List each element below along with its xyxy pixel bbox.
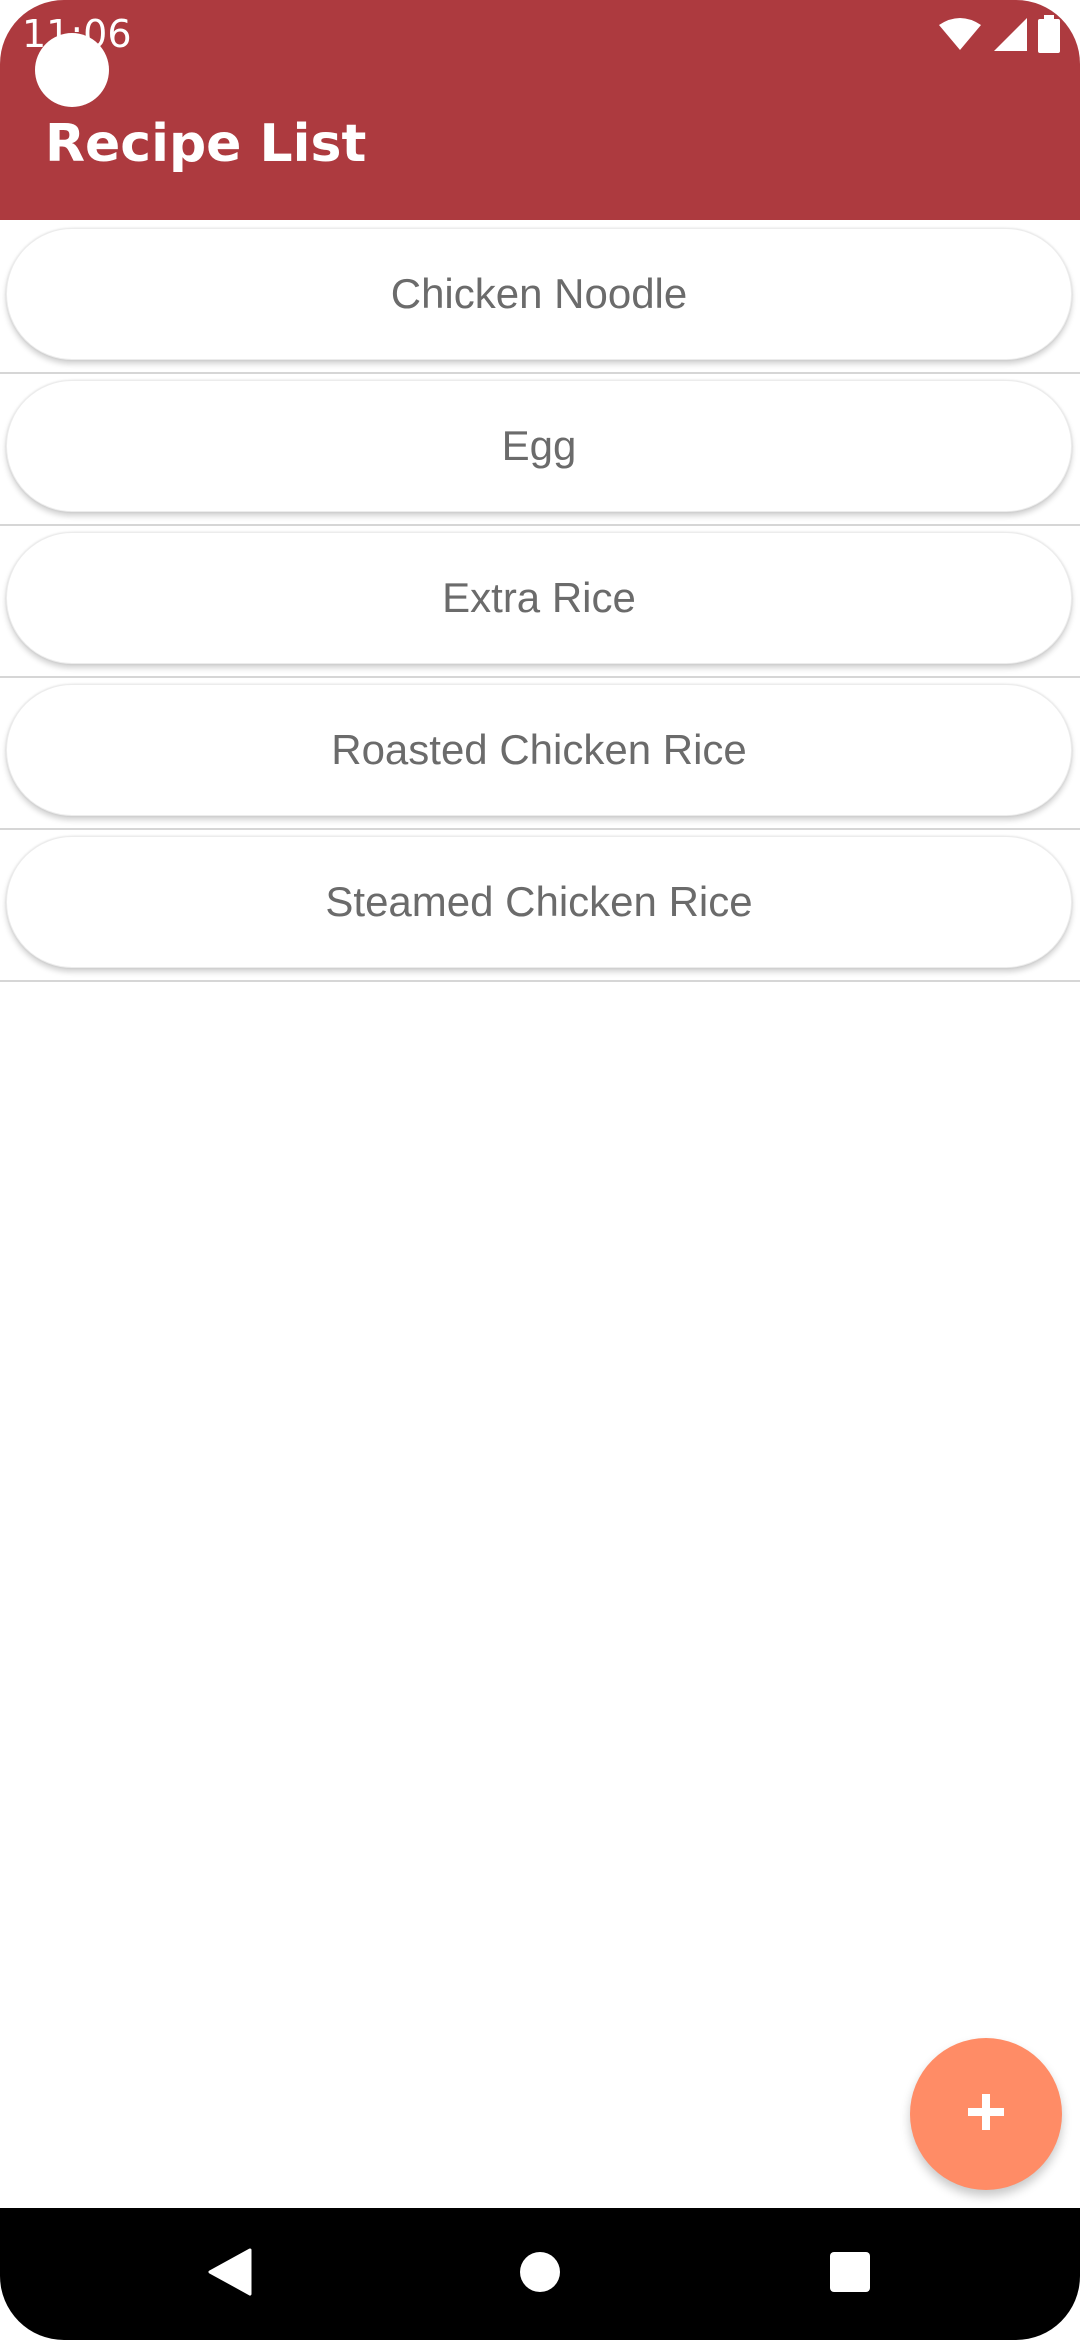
recents-icon <box>828 2250 872 2298</box>
recipe-label: Roasted Chicken Rice <box>331 726 747 773</box>
plus-icon <box>966 2092 1006 2136</box>
recipe-list: Chicken Noodle Egg Extra Rice Roasted Ch… <box>0 222 1080 982</box>
back-button[interactable] <box>190 2208 270 2340</box>
list-item: Extra Rice <box>0 526 1080 678</box>
back-icon <box>208 2248 252 2300</box>
recents-button[interactable] <box>810 2208 890 2340</box>
recipe-button-steamed-chicken-rice[interactable]: Steamed Chicken Rice <box>6 836 1072 968</box>
battery-icon <box>1038 15 1060 53</box>
notification-dot-icon <box>35 33 109 107</box>
recipe-button-extra-rice[interactable]: Extra Rice <box>6 532 1072 664</box>
home-button[interactable] <box>500 2208 580 2340</box>
app-header: 11:06 Recipe List <box>0 0 1080 220</box>
recipe-button-egg[interactable]: Egg <box>6 380 1072 512</box>
cellular-signal-icon <box>992 16 1028 52</box>
page-title: Recipe List <box>45 114 367 174</box>
status-icons <box>938 14 1060 54</box>
recipe-label: Chicken Noodle <box>390 270 688 317</box>
navigation-bar <box>0 2208 1080 2340</box>
list-item: Egg <box>0 374 1080 526</box>
wifi-icon <box>938 17 982 51</box>
list-item: Steamed Chicken Rice <box>0 830 1080 982</box>
home-icon <box>518 2250 562 2298</box>
recipe-button-chicken-noodle[interactable]: Chicken Noodle <box>6 228 1072 360</box>
list-item: Roasted Chicken Rice <box>0 678 1080 830</box>
recipe-label: Extra Rice <box>442 574 636 621</box>
recipe-label: Egg <box>501 422 577 469</box>
recipe-label: Steamed Chicken Rice <box>325 878 753 925</box>
add-recipe-button[interactable] <box>910 2038 1062 2190</box>
list-item: Chicken Noodle <box>0 222 1080 374</box>
app-screen: 11:06 Recipe List <box>0 0 1080 2340</box>
recipe-button-roasted-chicken-rice[interactable]: Roasted Chicken Rice <box>6 684 1072 816</box>
